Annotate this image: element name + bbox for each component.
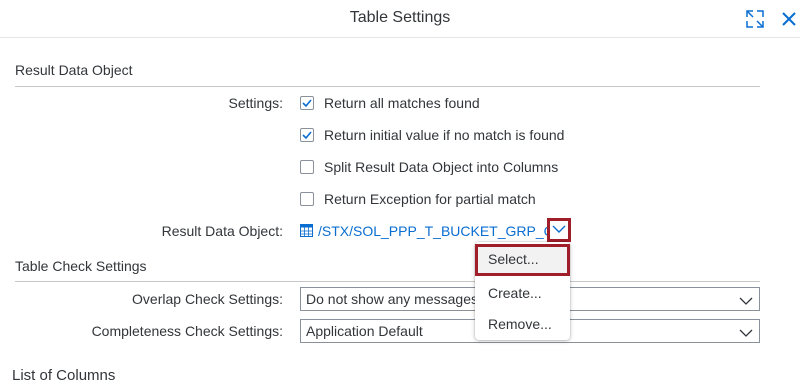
dialog-title: Table Settings	[349, 9, 451, 26]
list-of-columns-title: List of Columns	[12, 367, 116, 384]
fullscreen-icon[interactable]	[744, 8, 766, 30]
dropdown-toggle-button[interactable]	[547, 218, 571, 242]
result-object-menu: Select... Create... Remove...	[475, 242, 570, 340]
completeness-check-label: Completeness Check Settings:	[91, 323, 283, 339]
select-value: Application Default	[306, 323, 423, 339]
menu-item-create[interactable]: Create...	[475, 278, 570, 308]
checkbox-return-all-matches[interactable]: Return all matches found	[300, 93, 480, 113]
table-icon	[300, 224, 313, 242]
checkbox-label: Return initial value if no match is foun…	[324, 127, 565, 143]
checkbox-return-exception[interactable]: Return Exception for partial match	[300, 189, 536, 209]
close-icon[interactable]	[778, 8, 800, 30]
select-value: Do not show any messages	[306, 291, 478, 307]
checkbox-box[interactable]	[300, 192, 314, 206]
section-divider	[15, 86, 760, 87]
menu-item-remove[interactable]: Remove...	[475, 309, 570, 339]
chevron-down-icon[interactable]	[739, 325, 753, 343]
result-data-object-link[interactable]: /STX/SOL_PPP_T_BUCKET_GRP_O	[318, 223, 555, 239]
checkbox-label: Return Exception for partial match	[324, 191, 536, 207]
checkbox-box[interactable]	[300, 128, 314, 142]
checkbox-label: Return all matches found	[324, 95, 480, 111]
chevron-down-icon[interactable]	[739, 293, 753, 311]
section-title-table-check-settings: Table Check Settings	[15, 258, 147, 274]
section-title-result-data-object: Result Data Object	[15, 62, 133, 78]
menu-item-select[interactable]: Select...	[475, 244, 570, 276]
checkbox-box[interactable]	[300, 160, 314, 174]
chevron-down-icon	[552, 221, 566, 239]
section-divider	[15, 281, 760, 282]
result-data-object-label: Result Data Object:	[161, 223, 283, 239]
dialog-header: Table Settings	[0, 0, 800, 38]
checkbox-split-result[interactable]: Split Result Data Object into Columns	[300, 157, 558, 177]
checkbox-box[interactable]	[300, 96, 314, 110]
overlap-check-label: Overlap Check Settings:	[132, 291, 283, 307]
checkbox-label: Split Result Data Object into Columns	[324, 159, 559, 175]
checkbox-return-initial-value[interactable]: Return initial value if no match is foun…	[300, 125, 564, 145]
settings-label: Settings:	[228, 95, 283, 111]
